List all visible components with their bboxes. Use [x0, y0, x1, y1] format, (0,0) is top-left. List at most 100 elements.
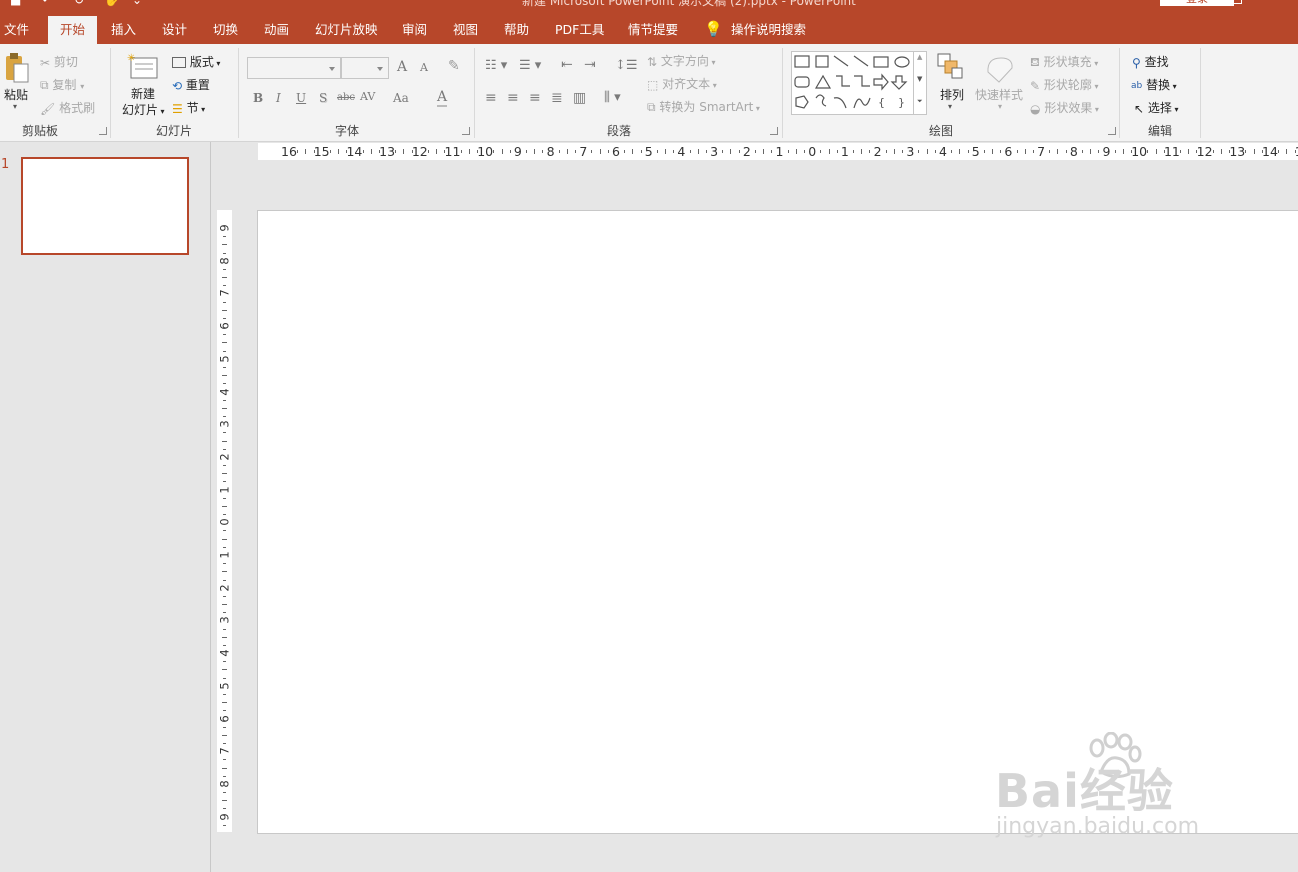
gallery-down-icon[interactable]: ▼: [917, 75, 922, 83]
cut-button[interactable]: ✂ 剪切: [40, 53, 78, 70]
decrease-indent-icon[interactable]: ⇤: [561, 57, 573, 73]
gallery-scroll[interactable]: ▲ ▼ ⏷: [913, 51, 927, 115]
tab-view[interactable]: 视图: [453, 16, 478, 44]
replace-button[interactable]: ab 替换 ▾: [1131, 76, 1177, 93]
increase-indent-icon[interactable]: ⇥: [584, 57, 596, 73]
clear-format-icon[interactable]: ✎: [448, 58, 460, 74]
justify-icon[interactable]: ≣: [551, 90, 563, 106]
tab-pdf-tools[interactable]: PDF工具: [555, 16, 604, 44]
arrange-button[interactable]: 排列: [940, 86, 964, 103]
bold-icon[interactable]: B: [253, 91, 263, 105]
underline-icon[interactable]: U: [296, 91, 306, 105]
new-slide-icon[interactable]: ✳: [127, 52, 159, 80]
char-spacing-icon[interactable]: AV: [360, 90, 375, 103]
copy-button[interactable]: ⧉ 复制 ▾: [40, 76, 84, 93]
grow-font-icon[interactable]: A: [397, 59, 407, 75]
shape-fill-button[interactable]: ⛾ 形状填充 ▾: [1030, 53, 1098, 71]
columns-icon[interactable]: ⫼ ▾: [604, 90, 621, 105]
redo-icon[interactable]: ↻: [74, 0, 84, 7]
save-icon[interactable]: ■: [10, 0, 21, 7]
drawing-launcher-icon[interactable]: [1108, 127, 1116, 135]
slide-thumbnail[interactable]: [21, 157, 189, 255]
format-painter-button[interactable]: 🖌 格式刷: [40, 99, 95, 116]
tab-storyboard[interactable]: 情节提要: [628, 16, 678, 44]
group-divider: [1119, 48, 1120, 138]
touch-mode-icon[interactable]: ✋: [104, 0, 119, 7]
distributed-icon[interactable]: ▥: [573, 90, 586, 106]
shape-effects-button[interactable]: ◒ 形状效果 ▾: [1030, 99, 1099, 116]
vertical-ruler[interactable]: 9 8 7 6 5 4 3 2 1 0 1 2 3 4 5 6 7 8 9: [217, 210, 232, 832]
arrange-dropdown-icon[interactable]: ▾: [948, 102, 952, 111]
tab-home[interactable]: 开始: [48, 16, 98, 44]
font-size-combo[interactable]: [341, 57, 389, 79]
tab-help[interactable]: 帮助: [504, 16, 529, 44]
shape-outline-button[interactable]: ✎ 形状轮廓 ▾: [1030, 76, 1098, 93]
gallery-more-icon[interactable]: ⏷: [917, 97, 923, 106]
tell-me-search[interactable]: 操作说明搜索: [731, 16, 806, 44]
ruler-number: 10: [477, 144, 494, 159]
align-text-label: 对齐文本: [662, 77, 711, 91]
paste-button[interactable]: 粘贴: [4, 86, 28, 103]
ruler-number: 4: [217, 649, 232, 657]
tab-file[interactable]: 文件: [4, 16, 29, 44]
align-left-icon[interactable]: ≡: [485, 90, 497, 106]
arrange-icon[interactable]: [937, 53, 965, 81]
paste-icon[interactable]: [4, 52, 30, 84]
paste-dropdown-icon[interactable]: ▾: [13, 102, 17, 111]
ruler-tick: [222, 342, 227, 344]
italic-icon[interactable]: I: [276, 91, 281, 105]
shrink-font-icon[interactable]: A: [420, 61, 428, 74]
font-name-combo[interactable]: [247, 57, 341, 79]
change-case-icon[interactable]: Aa: [393, 91, 409, 105]
ruler-number: 1: [775, 144, 784, 159]
select-button[interactable]: ↖ 选择 ▾: [1134, 99, 1178, 116]
tab-animations[interactable]: 动画: [264, 16, 289, 44]
ruler-number: 0: [808, 144, 817, 159]
new-slide-label-1[interactable]: 新建: [131, 85, 155, 102]
ribbon-display-icon[interactable]: [1232, 0, 1242, 4]
quick-styles-button[interactable]: 快速样式: [975, 86, 1023, 103]
text-direction-button[interactable]: ⇅ 文字方向 ▾: [647, 52, 715, 69]
quick-styles-dropdown-icon[interactable]: ▾: [998, 102, 1002, 111]
ruler-number: 2: [873, 144, 882, 159]
smartart-button[interactable]: ⧉ 转换为 SmartArt ▾: [647, 98, 760, 115]
numbering-icon[interactable]: ☰ ▾: [519, 58, 541, 73]
find-button[interactable]: ⚲ 查找: [1132, 53, 1169, 70]
strikethrough-icon[interactable]: abc: [337, 92, 355, 103]
align-text-icon: ⬚: [647, 77, 659, 92]
quick-styles-icon[interactable]: [983, 52, 1017, 84]
qat-customize-icon[interactable]: ⌄: [132, 0, 142, 7]
gallery-up-icon[interactable]: ▲: [917, 53, 922, 61]
font-color-icon[interactable]: A: [437, 89, 448, 107]
line-spacing-icon[interactable]: ↕☰: [615, 58, 638, 73]
tab-transitions[interactable]: 切换: [213, 16, 238, 44]
text-shadow-icon[interactable]: S: [319, 91, 327, 105]
align-text-button[interactable]: ⬚ 对齐文本 ▾: [647, 75, 717, 92]
ruler-number: 1: [217, 551, 232, 559]
tab-insert[interactable]: 插入: [111, 16, 136, 44]
tab-review[interactable]: 审阅: [402, 16, 427, 44]
font-launcher-icon[interactable]: [462, 127, 470, 135]
signin-button[interactable]: 登录: [1160, 0, 1234, 6]
horizontal-ruler[interactable]: 16 15 14 13 12 11 10 9 8 7 6 5 4 3 2 1 0 1 2 3 4 5 6 7 8 9 10 11 12 1…: [258, 143, 1298, 160]
ruler-number: 6: [217, 714, 232, 723]
ruler-tick: [223, 236, 226, 238]
undo-icon[interactable]: ↶: [42, 0, 52, 7]
align-right-icon[interactable]: ≡: [529, 90, 541, 106]
shapes-gallery[interactable]: {}: [791, 51, 927, 115]
paragraph-launcher-icon[interactable]: [770, 127, 778, 135]
reset-button[interactable]: ⟲ 重置: [172, 76, 210, 93]
ruler-tick: [222, 636, 227, 638]
panel-divider[interactable]: [210, 142, 211, 872]
clipboard-launcher-icon[interactable]: [99, 127, 107, 135]
bullets-icon[interactable]: ☷ ▾: [485, 58, 507, 73]
new-slide-label-2[interactable]: 幻灯片 ▾: [122, 101, 165, 118]
tab-slideshow[interactable]: 幻灯片放映: [315, 16, 378, 44]
window-title: 新建 Microsoft PowerPoint 演示文稿 (2).pptx - …: [522, 0, 856, 8]
ruler-tick: [223, 595, 226, 597]
section-button[interactable]: ☰ 节 ▾: [172, 99, 205, 116]
tab-design[interactable]: 设计: [162, 16, 187, 44]
align-center-icon[interactable]: ≡: [507, 90, 519, 106]
layout-button[interactable]: 版式 ▾: [172, 53, 220, 70]
ruler-number: 13: [379, 144, 396, 159]
